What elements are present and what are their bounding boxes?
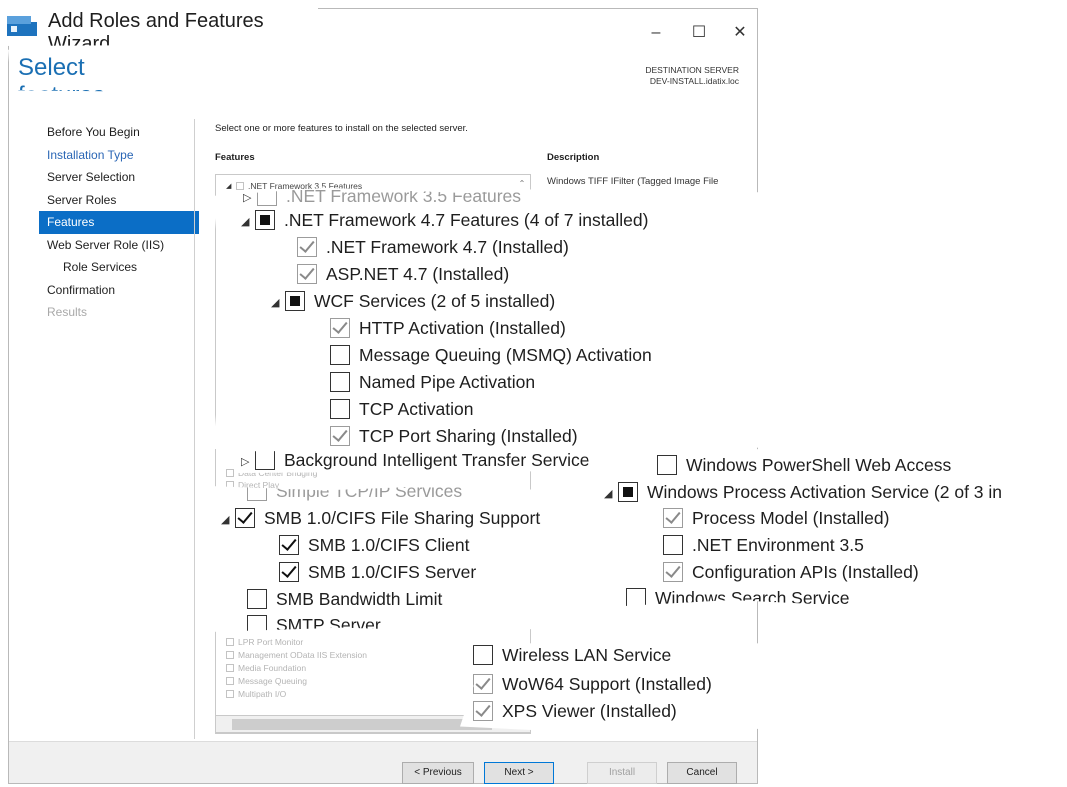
checkbox[interactable] bbox=[226, 469, 234, 477]
cancel-button[interactable]: Cancel bbox=[667, 762, 737, 784]
wizard-nav: Before You Begin Installation Type Serve… bbox=[39, 121, 199, 324]
title-callout: Add Roles and Features Wizard bbox=[0, 0, 318, 46]
checkbox[interactable] bbox=[330, 318, 350, 338]
tree-item-odata[interactable]: Management OData IIS Extension bbox=[226, 650, 367, 661]
tree-item-net-environment[interactable]: .NET Environment 3.5 bbox=[663, 532, 864, 558]
tree-item-wcf[interactable]: ◢ WCF Services (2 of 5 installed) bbox=[271, 288, 555, 314]
collapse-arrow-icon[interactable]: ◢ bbox=[221, 507, 235, 533]
tree-item-named-pipe-activation[interactable]: Named Pipe Activation bbox=[330, 369, 535, 395]
nav-role-services[interactable]: Role Services bbox=[39, 256, 199, 279]
tree-item-wlan[interactable]: Wireless LAN Service bbox=[473, 642, 671, 668]
destination-server: DESTINATION SERVER DEV-INSTALL.idatix.lo… bbox=[645, 65, 739, 87]
next-button[interactable]: Next > bbox=[484, 762, 554, 784]
checkbox[interactable] bbox=[330, 345, 350, 365]
tree-item-ps-web-access[interactable]: Windows PowerShell Web Access bbox=[657, 452, 951, 478]
checkbox[interactable] bbox=[330, 426, 350, 446]
tree-item-lpr[interactable]: LPR Port Monitor bbox=[226, 637, 303, 648]
wizard-footer: < Previous Next > Install Cancel bbox=[9, 741, 757, 784]
nav-web-server-role[interactable]: Web Server Role (IIS) bbox=[39, 234, 199, 257]
checkbox[interactable] bbox=[235, 508, 255, 528]
checkbox[interactable] bbox=[255, 210, 275, 230]
tree-item-smb1-client[interactable]: SMB 1.0/CIFS Client bbox=[279, 532, 469, 558]
tree-item-aspnet47[interactable]: ASP.NET 4.7 (Installed) bbox=[297, 261, 509, 287]
checkbox[interactable] bbox=[473, 701, 493, 721]
was-callout: Windows PowerShell Web Access ◢ Windows P… bbox=[588, 448, 1066, 608]
nav-server-roles[interactable]: Server Roles bbox=[39, 189, 199, 212]
expand-arrow-icon[interactable]: ◢ bbox=[226, 181, 236, 192]
nav-features[interactable]: Features bbox=[39, 211, 199, 234]
checkbox[interactable] bbox=[297, 264, 317, 284]
checkbox[interactable] bbox=[663, 535, 683, 555]
checkbox[interactable] bbox=[279, 562, 299, 582]
tree-item-smb-bandwidth[interactable]: SMB Bandwidth Limit bbox=[247, 586, 442, 612]
tree-item-bits[interactable]: ▷ Background Intelligent Transfer Service bbox=[241, 449, 589, 473]
install-button: Install bbox=[587, 762, 657, 784]
tree-item-media[interactable]: Media Foundation bbox=[226, 663, 306, 674]
smb-callout: Simple TCP/IP Services ◢ SMB 1.0/CIFS Fil… bbox=[209, 486, 591, 632]
wow64-callout: Wireless LAN Service WoW64 Support (Inst… bbox=[460, 640, 912, 732]
tree-item-was[interactable]: ◢ Windows Process Activation Service (2 o… bbox=[604, 479, 1002, 505]
tree-item-net47[interactable]: ◢ .NET Framework 4.7 Features (4 of 7 ins… bbox=[241, 207, 648, 233]
close-button[interactable]: ✕ bbox=[725, 21, 755, 45]
tree-item-smb1-server[interactable]: SMB 1.0/CIFS Server bbox=[279, 559, 476, 585]
tree-item-msmq[interactable]: Message Queuing bbox=[226, 676, 307, 687]
checkbox[interactable] bbox=[255, 450, 275, 470]
nav-divider bbox=[194, 119, 195, 739]
previous-button[interactable]: < Previous bbox=[402, 762, 474, 784]
checkbox[interactable] bbox=[226, 690, 234, 698]
checkbox[interactable] bbox=[618, 482, 638, 502]
tree-item-net47-core[interactable]: .NET Framework 4.7 (Installed) bbox=[297, 234, 569, 260]
nav-installation-type[interactable]: Installation Type bbox=[39, 144, 199, 167]
collapse-arrow-icon[interactable]: ◢ bbox=[271, 290, 285, 316]
checkbox[interactable] bbox=[330, 399, 350, 419]
checkbox[interactable] bbox=[236, 182, 244, 190]
checkbox[interactable] bbox=[226, 638, 234, 646]
tree-item-multipath[interactable]: Multipath I/O bbox=[226, 689, 286, 700]
destination-label: DESTINATION SERVER bbox=[645, 65, 739, 75]
features-header: Features bbox=[215, 152, 255, 163]
checkbox[interactable] bbox=[226, 664, 234, 672]
maximize-button[interactable]: ☐ bbox=[684, 21, 714, 45]
expand-arrow-icon[interactable]: ▷ bbox=[241, 449, 255, 473]
tree-item-xps-viewer[interactable]: XPS Viewer (Installed) bbox=[473, 698, 677, 724]
net-framework-callout: ▷ .NET Framework 3.5 Features ◢ .NET Frame… bbox=[213, 185, 778, 457]
server-manager-icon bbox=[7, 16, 37, 36]
nav-confirmation[interactable]: Confirmation bbox=[39, 279, 199, 302]
checkbox[interactable] bbox=[663, 508, 683, 528]
nav-server-selection[interactable]: Server Selection bbox=[39, 166, 199, 189]
scroll-up-icon[interactable]: ⌃ bbox=[516, 179, 528, 191]
checkbox[interactable] bbox=[473, 674, 493, 694]
checkbox[interactable] bbox=[473, 645, 493, 665]
checkbox[interactable] bbox=[279, 535, 299, 555]
tree-item-tcp-activation[interactable]: TCP Activation bbox=[330, 396, 473, 422]
tree-item-wow64[interactable]: WoW64 Support (Installed) bbox=[473, 671, 712, 697]
tree-item-smb1[interactable]: ◢ SMB 1.0/CIFS File Sharing Support bbox=[221, 505, 540, 531]
checkbox[interactable] bbox=[285, 291, 305, 311]
tree-item-http-activation[interactable]: HTTP Activation (Installed) bbox=[330, 315, 566, 341]
collapse-arrow-icon[interactable]: ◢ bbox=[604, 481, 618, 507]
checkbox[interactable] bbox=[663, 562, 683, 582]
destination-server-name: DEV-INSTALL.idatix.loc bbox=[649, 76, 739, 86]
scrollbar-thumb[interactable] bbox=[232, 719, 492, 730]
tree-item-process-model[interactable]: Process Model (Installed) bbox=[663, 505, 889, 531]
checkbox[interactable] bbox=[226, 677, 234, 685]
description-header: Description bbox=[547, 152, 600, 163]
checkbox[interactable] bbox=[330, 372, 350, 392]
checkbox[interactable] bbox=[657, 455, 677, 475]
collapse-arrow-icon[interactable]: ◢ bbox=[241, 209, 255, 235]
tree-item-config-apis[interactable]: Configuration APIs (Installed) bbox=[663, 559, 919, 585]
nav-results: Results bbox=[47, 305, 88, 319]
checkbox[interactable] bbox=[297, 237, 317, 257]
tree-item-msmq-activation[interactable]: Message Queuing (MSMQ) Activation bbox=[330, 342, 652, 368]
checkbox[interactable] bbox=[247, 589, 267, 609]
checkbox[interactable] bbox=[226, 651, 234, 659]
minimize-button[interactable]: – bbox=[641, 21, 671, 45]
nav-before-you-begin[interactable]: Before You Begin bbox=[39, 121, 199, 144]
page-title-callout: Select features bbox=[8, 48, 170, 92]
tree-item-tcp-port-sharing[interactable]: TCP Port Sharing (Installed) bbox=[330, 423, 578, 449]
instruction-text: Select one or more features to install o… bbox=[215, 123, 468, 134]
